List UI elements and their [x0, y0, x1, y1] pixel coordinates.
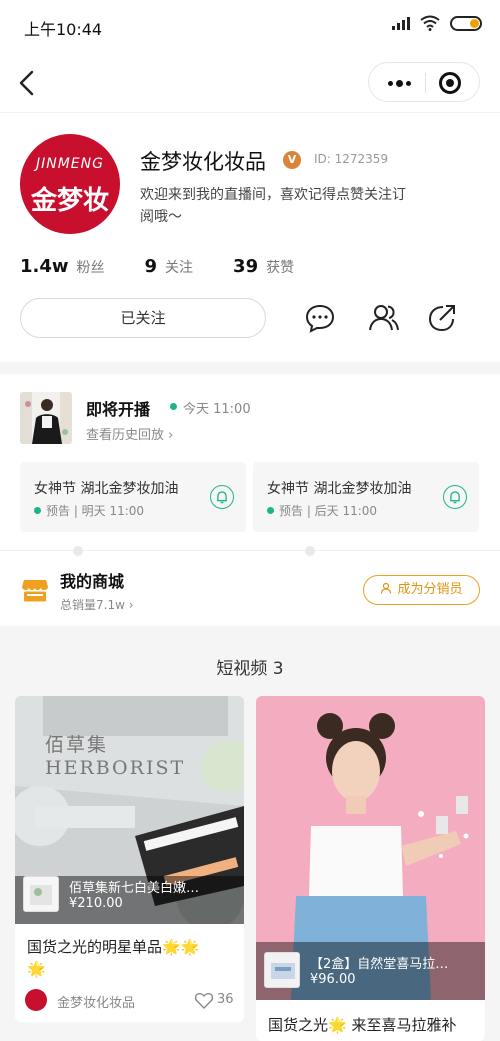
notice-subtitle: 预告 | 明天 11:00 — [46, 504, 145, 518]
capsule-divider — [425, 73, 426, 93]
product-name: 【2盒】自然堂喜马拉… — [310, 957, 449, 972]
author-avatar — [25, 989, 47, 1011]
stat-likes[interactable]: 39 获赞 — [233, 256, 294, 277]
nav-bar — [0, 56, 500, 112]
author-name: 金梦妆化妆品 — [57, 996, 136, 1011]
notice-title: 女神节 湖北金梦妆加油 — [34, 481, 179, 497]
stat-value: 9 — [144, 256, 158, 277]
bell-icon[interactable] — [443, 485, 467, 509]
product-name: 佰草集新七白美白嫩… — [69, 881, 200, 896]
like-count: 36 — [217, 992, 234, 1007]
live-notice-card[interactable]: 女神节 湖北金梦妆加油 预告 | 明天 11:00 — [20, 462, 246, 532]
stat-value: 39 — [233, 256, 259, 277]
message-icon[interactable] — [304, 302, 336, 334]
notice-status-dot — [34, 507, 41, 514]
timeline-dot — [73, 546, 83, 556]
follow-button[interactable]: 已关注 — [20, 298, 266, 338]
live-notice-card[interactable]: 女神节 湖北金梦妆加油 预告 | 后天 11:00 — [253, 462, 479, 532]
nav-divider — [0, 112, 500, 113]
live-status-dot — [170, 403, 177, 410]
video-title-line1: 国货之光的明星单品🌟🌟 — [27, 938, 200, 956]
store-sales[interactable]: 总销量7.1w › — [60, 596, 134, 613]
stat-value: 1.4w — [20, 256, 69, 277]
more-icon[interactable] — [383, 63, 415, 103]
bell-icon[interactable] — [210, 485, 234, 509]
share-icon[interactable] — [426, 302, 458, 334]
product-thumbnail — [264, 952, 300, 988]
stat-label: 粉丝 — [76, 260, 105, 276]
product-chip[interactable]: 【2盒】自然堂喜马拉… ¥96.00 — [264, 950, 458, 990]
product-chip[interactable]: 佰草集新七白美白嫩… ¥210.00 — [23, 874, 217, 914]
section-gap — [0, 362, 500, 374]
video-card[interactable]: 【2盒】自然堂喜马拉… ¥96.00 国货之光🌟 来至喜马拉雅补 — [256, 696, 485, 1041]
signal-icon — [392, 16, 410, 30]
video-title: 国货之光🌟 来至喜马拉雅补 — [268, 1014, 483, 1036]
shop-description-line1: 欢迎来到我的直播间，喜欢记得点赞关注订 — [140, 187, 406, 203]
heart-icon[interactable] — [195, 993, 213, 1009]
live-history-link[interactable]: 查看历史回放 › — [86, 424, 173, 443]
wifi-icon — [420, 15, 440, 31]
store-title[interactable]: 我的商城 — [60, 568, 124, 592]
verified-badge: V — [283, 151, 301, 169]
mini-program-capsule — [368, 62, 480, 102]
video-title-line2: 🌟 — [27, 960, 46, 978]
shop-description-line2: 阅哦～ — [140, 209, 182, 225]
product-price: ¥96.00 — [310, 972, 356, 987]
group-icon[interactable] — [368, 302, 400, 334]
timeline-dot — [305, 546, 315, 556]
product-thumbnail — [23, 876, 59, 912]
notice-title: 女神节 湖北金梦妆加油 — [267, 481, 412, 497]
battery-icon — [450, 15, 482, 31]
close-mini-program-icon[interactable] — [439, 72, 461, 94]
become-distributor-label: 成为分销员 — [397, 582, 463, 597]
shop-name: 金梦妆化妆品 — [140, 150, 266, 174]
video-title: 国货之光的明星单品🌟🌟 🌟 — [27, 936, 237, 980]
notice-subtitle: 预告 | 后天 11:00 — [279, 504, 378, 518]
status-time: 上午10:44 — [24, 20, 103, 39]
live-time: 今天 11:00 — [183, 402, 251, 417]
stats-row: 1.4w 粉丝 9 关注 39 获赞 — [20, 256, 334, 280]
live-cover-image[interactable] — [20, 392, 72, 444]
status-icons — [392, 15, 482, 31]
shop-description: 欢迎来到我的直播间，喜欢记得点赞关注订 阅哦～ — [140, 184, 440, 228]
store-icon — [22, 580, 48, 602]
avatar-logo-main: 金梦妆 — [30, 186, 109, 216]
status-bar: 上午10:44 — [0, 0, 500, 52]
live-title: 即将开播 — [86, 400, 151, 419]
user-icon — [381, 582, 392, 594]
stat-label: 获赞 — [266, 260, 295, 276]
stat-fans[interactable]: 1.4w 粉丝 — [20, 256, 105, 277]
back-icon[interactable] — [14, 68, 44, 98]
avatar-logo-text: JINMENG — [36, 156, 104, 172]
video-card[interactable]: 佰草集 HERBORIST 佰草集新七白美白嫩… ¥210.00 国货之光的明星… — [15, 696, 244, 1022]
video-section-heading: 短视频 3 — [216, 659, 284, 679]
video-image-label: 佰草集 HERBORIST — [45, 734, 186, 779]
notice-status-dot — [267, 507, 274, 514]
stat-following[interactable]: 9 关注 — [145, 256, 194, 277]
stat-label: 关注 — [165, 260, 194, 276]
shop-id: ID: 1272359 — [314, 152, 389, 166]
avatar[interactable]: JINMENG 金梦妆 — [20, 134, 120, 234]
product-price: ¥210.00 — [69, 896, 123, 911]
become-distributor-button[interactable]: 成为分销员 — [363, 575, 480, 605]
video-title-line1: 国货之光🌟 来至喜马拉雅补 — [268, 1016, 457, 1034]
